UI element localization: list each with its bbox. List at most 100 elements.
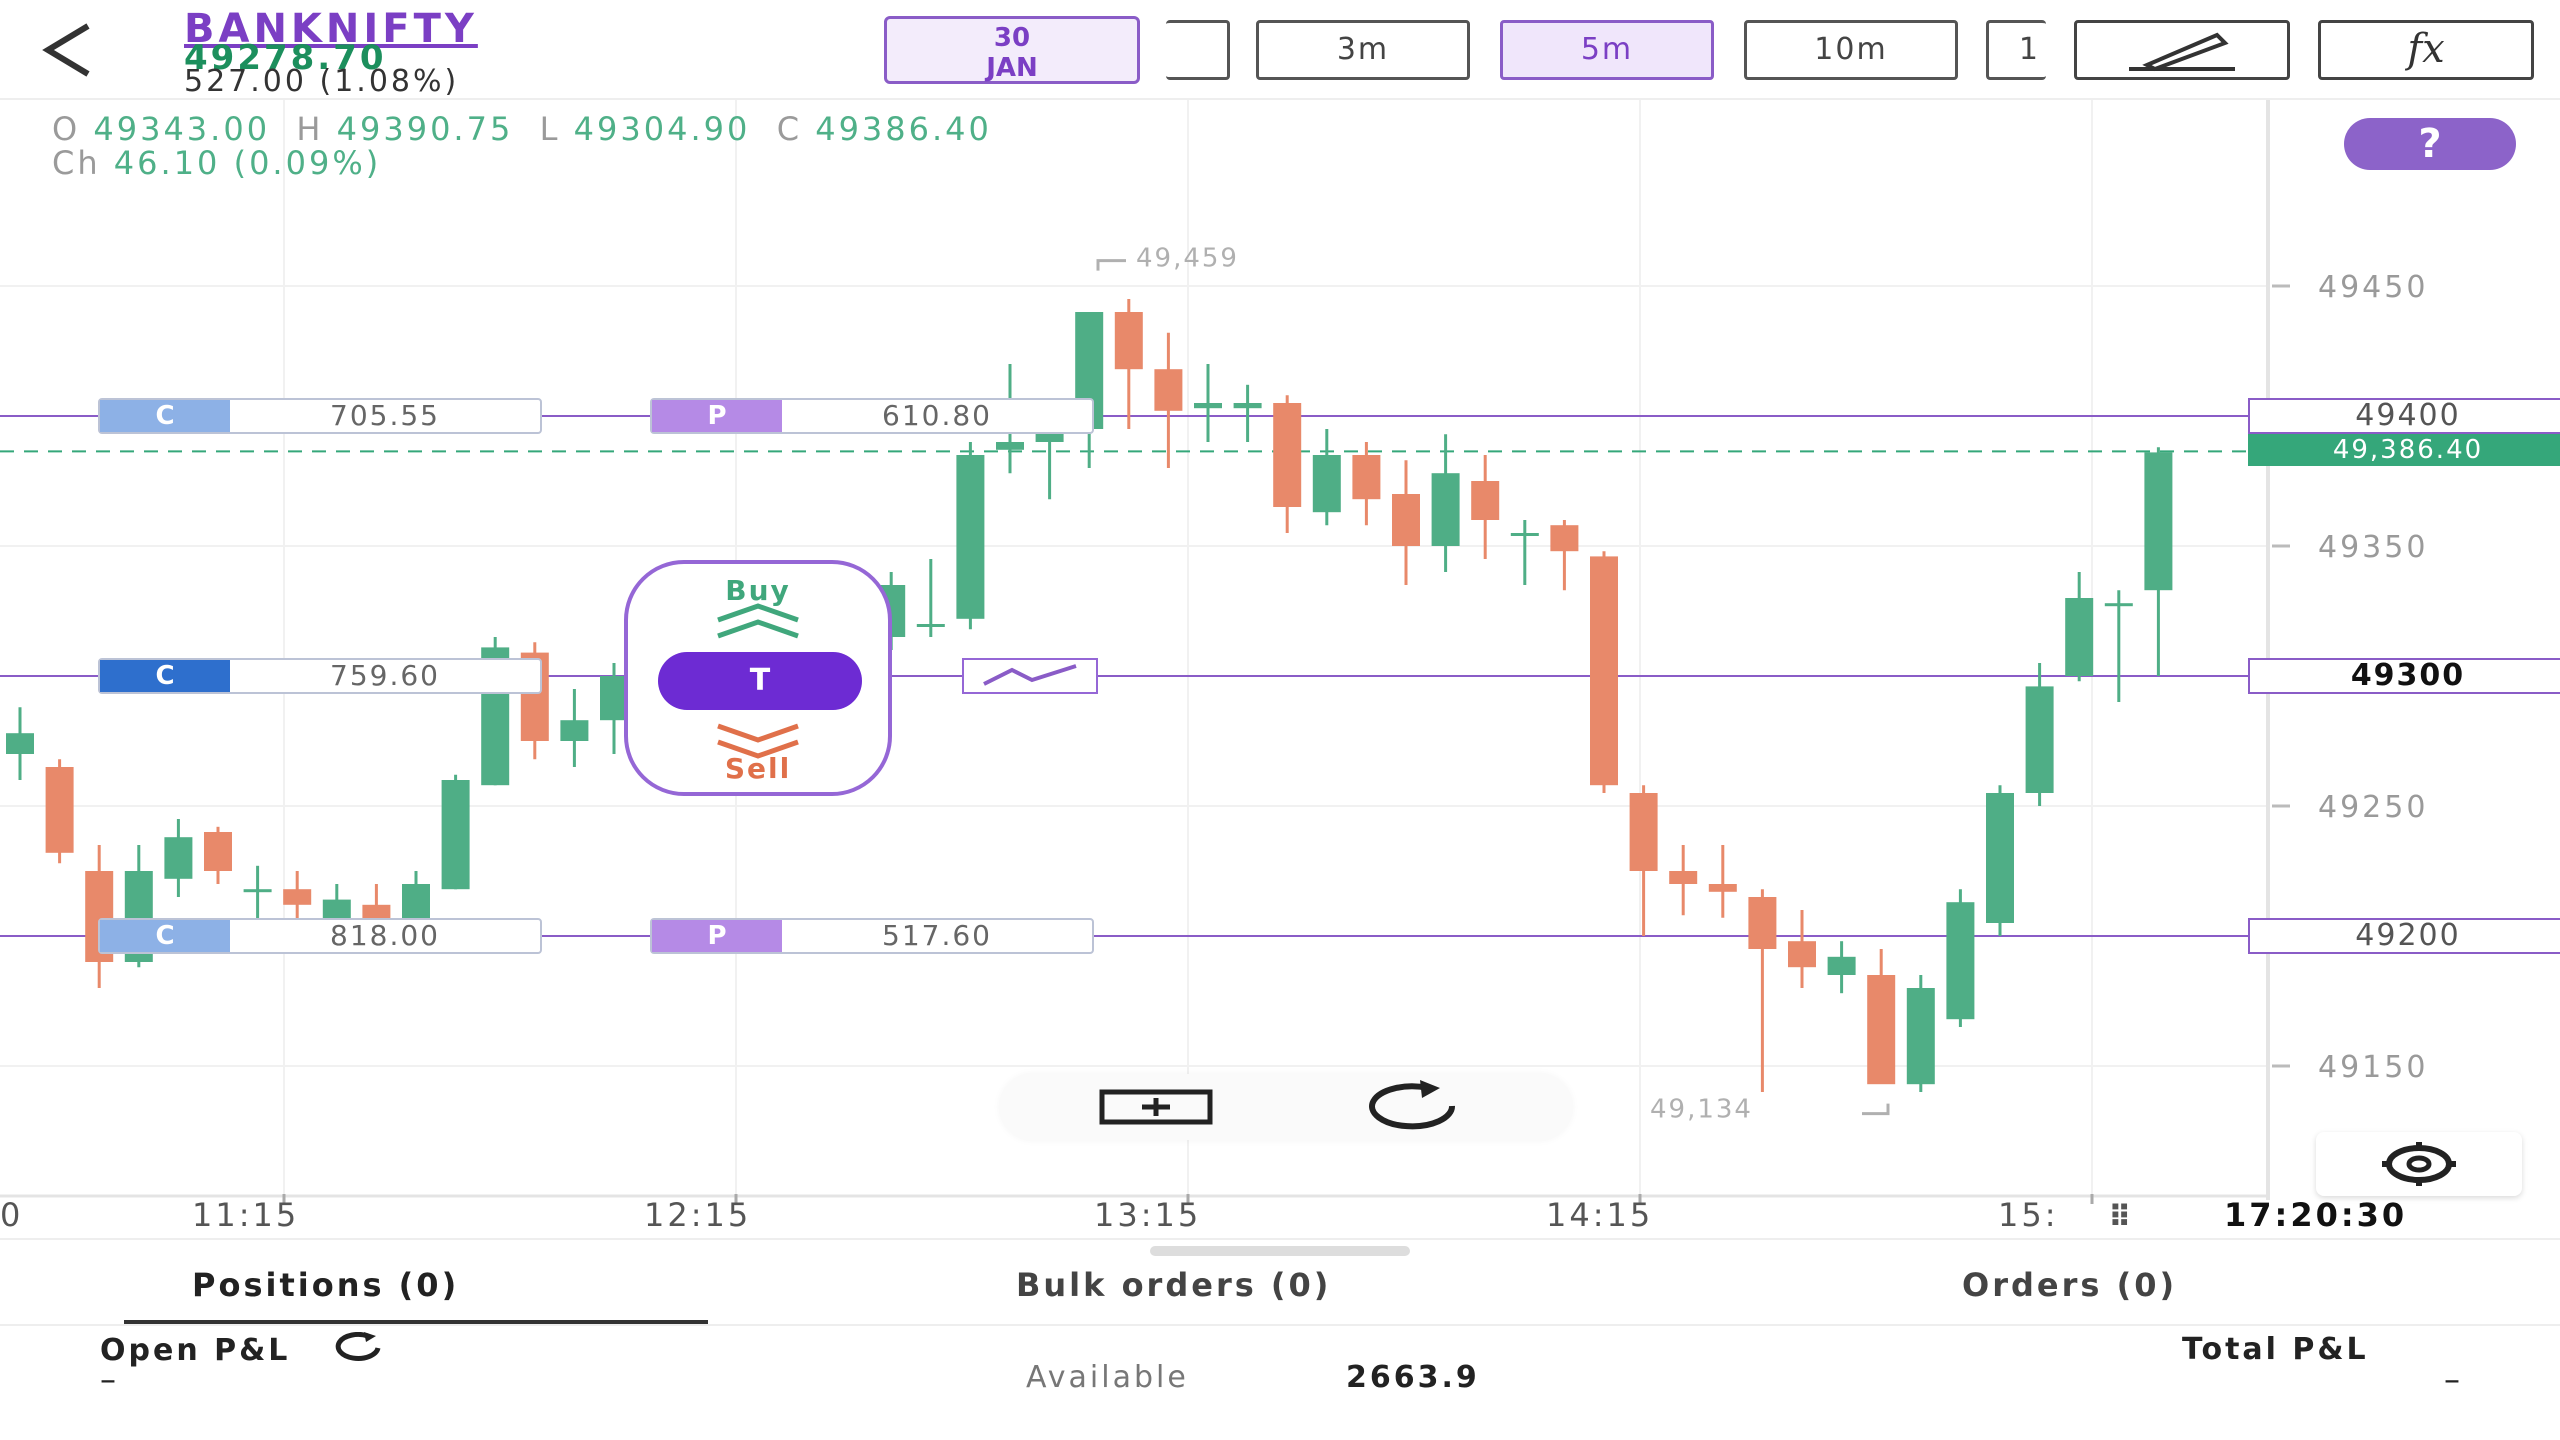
candle-body [1154,369,1183,411]
candle-body [560,720,589,741]
chart-floating-controls [1000,1074,1572,1140]
trade-widget: Buy T Sell [624,560,892,796]
chip-value: 610.80 [882,399,992,432]
refresh-icon[interactable] [1358,1080,1468,1134]
ltp-tag: 49,386.40 [2248,434,2560,466]
open-label: O [52,110,81,148]
candle-body [1510,533,1539,536]
call-chip-759[interactable]: C 759.60 [98,658,542,694]
candle-body [2104,603,2133,607]
candle-body [1590,556,1618,786]
timeframe-5m[interactable]: 5m [1500,20,1714,80]
tab-bulk-orders[interactable]: Bulk orders (0) [1016,1266,1331,1304]
chip-type: C [100,400,230,432]
panel-drag-handle[interactable] [1150,1246,1410,1256]
high-value: 49390.75 [336,110,514,148]
candle-body [1827,956,1856,975]
trade-button[interactable]: T [658,652,862,710]
candle-body [1946,902,1975,1020]
time-label: 12:15 [644,1196,752,1234]
chart-type-button[interactable] [962,658,1098,694]
candle-body [996,442,1024,450]
candle-body [1669,871,1698,884]
y-tick-label: 49150 [2318,1050,2428,1085]
candle-body [45,767,74,853]
put-chip-610[interactable]: P 610.80 [650,398,1094,434]
timeframe-1m[interactable] [1166,20,1230,80]
time-label: 11:15 [192,1196,300,1234]
sell-label[interactable]: Sell [628,752,888,785]
help-button[interactable]: ? [2344,118,2516,170]
candle-body [1708,884,1737,892]
open-pnl-label: Open P&L [100,1331,386,1368]
change-readout: Ch 46.10 (0.09%) [52,144,381,182]
pencil-draw-icon [2129,32,2235,72]
candle-body [1550,525,1579,552]
gear-icon [2382,1142,2456,1186]
level-tag-49200[interactable]: 49200 [2248,918,2560,954]
call-chip-818[interactable]: C 818.00 [98,918,542,954]
expiry-month: JAN [986,53,1038,83]
total-pnl-label: Total P&L [2182,1332,2369,1367]
y-tick-label: 49450 [2318,270,2428,305]
tab-positions[interactable]: Positions (0) [192,1266,459,1304]
change-value: 46.10 (0.09%) [113,144,382,182]
candle-body [2025,686,2054,793]
candle-body [1906,988,1935,1085]
change-label: Ch [52,144,101,182]
candle-body [1273,403,1302,507]
open-value: 49343.00 [93,110,271,148]
candle-body [1471,481,1500,520]
indicator-button[interactable]: fx [2318,20,2534,80]
candle-body [2144,452,2173,591]
chart-header: BANKNIFTY 49278.70 527.00 (1.08%) 30 JAN… [0,0,2560,100]
y-tick-label: 49350 [2318,530,2428,565]
chip-type: P [652,400,782,432]
candle-body [956,455,985,619]
tab-divider [0,1324,2560,1326]
open-pnl-value: – [100,1360,116,1398]
candle-body [1312,455,1341,513]
chart-settings-button[interactable] [2316,1132,2522,1196]
drag-handle-icon[interactable]: ⠿ [2108,1200,2131,1235]
candle-body [1392,494,1420,546]
candle-body [204,832,232,871]
fit-screen-icon[interactable] [1098,1088,1214,1126]
timeframe-3m[interactable]: 3m [1256,20,1470,80]
expiry-selector[interactable]: 30 JAN [884,16,1140,84]
candle-body [2065,598,2094,676]
draw-tool-button[interactable] [2074,20,2290,80]
time-label: 0 [0,1196,24,1234]
tab-orders[interactable]: Orders (0) [1962,1266,2177,1304]
level-tag-49300[interactable]: 49300 [2248,658,2560,694]
candle-body [243,889,272,893]
candle-body [1748,897,1777,949]
refresh-icon[interactable] [332,1331,386,1364]
current-time: 17:20:30 [2224,1196,2408,1234]
chip-value: 759.60 [330,659,440,692]
put-chip-517[interactable]: P 517.60 [650,918,1094,954]
time-label: 14:15 [1546,1196,1654,1234]
timeframe-10m[interactable]: 10m [1744,20,1958,80]
candle-body [1194,403,1222,409]
high-label: H [296,110,324,148]
back-arrow-icon[interactable] [28,18,118,82]
candle-body [6,733,34,754]
candle-body [441,780,470,890]
timeframe-more[interactable]: 1 [1986,20,2046,80]
expiry-day: 30 [993,23,1031,53]
candle-body [916,624,945,627]
call-chip-705[interactable]: C 705.55 [98,398,542,434]
candle-body [1431,473,1460,546]
close-value: 49386.40 [815,110,992,148]
chip-value: 705.55 [330,399,440,432]
ohlc-readout: O 49343.00 H 49390.75 L 49304.90 C 49386… [52,110,992,148]
total-pnl-value: – [2444,1360,2460,1398]
level-tag-49400[interactable]: 49400 [2248,398,2560,434]
double-chevron-up-icon[interactable] [628,602,888,642]
candle-body [1114,312,1143,370]
y-tick-label: 49250 [2318,790,2428,825]
low-marker-arrow [1862,1103,1890,1116]
low-label: L [539,110,561,148]
open-pnl-text: Open P&L [100,1333,291,1368]
